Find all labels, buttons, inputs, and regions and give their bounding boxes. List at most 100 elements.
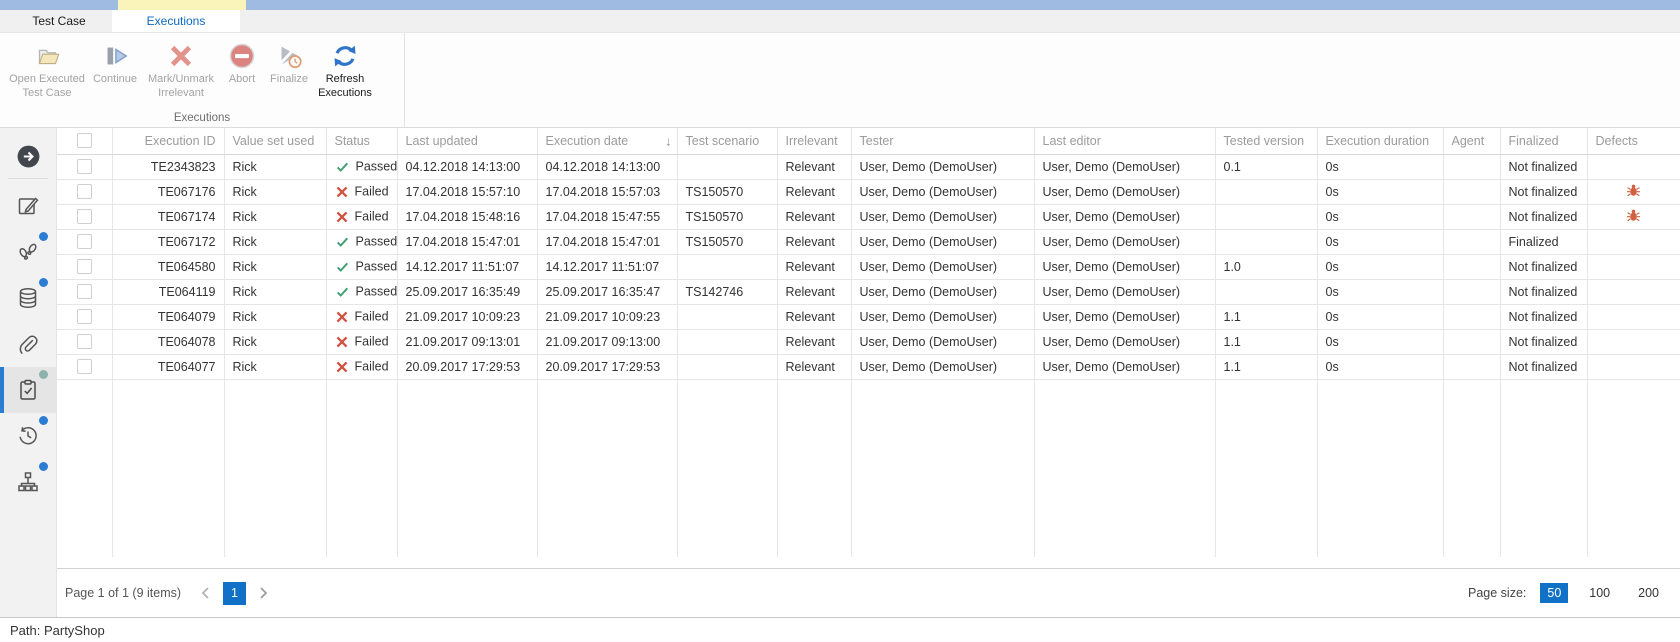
cell-defects	[1587, 354, 1680, 379]
column-header-execution_duration[interactable]: Execution duration	[1317, 128, 1443, 154]
cell-last_editor: User, Demo (DemoUser)	[1034, 279, 1215, 304]
sidebar-item-edit[interactable]	[0, 183, 56, 229]
column-header-finalized[interactable]: Finalized	[1500, 128, 1587, 154]
row-checkbox[interactable]	[77, 359, 92, 374]
cell-select[interactable]	[57, 179, 112, 204]
row-checkbox[interactable]	[77, 334, 92, 349]
header-row: Execution IDValue set usedStatusLast upd…	[57, 128, 1680, 154]
refresh-executions-button[interactable]: Refresh Executions	[315, 37, 375, 101]
column-header-last_updated[interactable]: Last updated	[397, 128, 537, 154]
cell-irrelevant: Relevant	[777, 279, 851, 304]
page-number-button[interactable]: 1	[223, 582, 246, 605]
row-checkbox[interactable]	[77, 309, 92, 324]
table-row[interactable]: TE067176RickFailed17.04.2018 15:57:1017.…	[57, 179, 1680, 204]
tab-executions[interactable]: Executions	[112, 10, 240, 32]
sidebar-item-steps[interactable]	[0, 229, 56, 275]
cell-tested_version: 1.1	[1215, 329, 1317, 354]
sidebar-item-hierarchy[interactable]	[0, 459, 56, 505]
cell-value_set_used: Rick	[224, 154, 326, 179]
cell-execution_date: 14.12.2017 11:51:07	[537, 254, 677, 279]
path-label: Path: PartyShop	[10, 623, 105, 638]
cell-select[interactable]	[57, 229, 112, 254]
row-checkbox[interactable]	[77, 284, 92, 299]
column-header-tester[interactable]: Tester	[851, 128, 1034, 154]
page-size-selector: Page size: 50 100 200	[1468, 583, 1666, 603]
previous-page-button[interactable]	[195, 582, 217, 604]
table-row[interactable]: TE067172RickPassed17.04.2018 15:47:0117.…	[57, 229, 1680, 254]
cell-select[interactable]	[57, 254, 112, 279]
column-header-agent[interactable]: Agent	[1443, 128, 1500, 154]
table-row[interactable]: TE064079RickFailed21.09.2017 10:09:2321.…	[57, 304, 1680, 329]
cell-test_scenario	[677, 304, 777, 329]
row-checkbox[interactable]	[77, 209, 92, 224]
column-header-defects[interactable]: Defects	[1587, 128, 1680, 154]
column-header-last_editor[interactable]: Last editor	[1034, 128, 1215, 154]
cell-test_scenario: TS150570	[677, 179, 777, 204]
row-checkbox[interactable]	[77, 259, 92, 274]
cell-tester: User, Demo (DemoUser)	[851, 329, 1034, 354]
sidebar-item-history[interactable]	[0, 413, 56, 459]
next-page-button[interactable]	[252, 582, 274, 604]
cell-test_scenario: TS142746	[677, 279, 777, 304]
cell-select[interactable]	[57, 279, 112, 304]
open-executed-test-case-button[interactable]: Open Executed Test Case	[7, 37, 87, 101]
cell-irrelevant: Relevant	[777, 304, 851, 329]
sidebar-item-expand[interactable]	[0, 136, 56, 176]
executions-clipboard-icon	[16, 378, 40, 402]
cell-select[interactable]	[57, 204, 112, 229]
sidebar-item-attachments[interactable]	[0, 321, 56, 367]
table-row[interactable]: TE064078RickFailed21.09.2017 09:13:0121.…	[57, 329, 1680, 354]
row-checkbox[interactable]	[77, 234, 92, 249]
cell-status: Passed	[326, 254, 397, 279]
mark-unmark-irrelevant-button[interactable]: Mark/Unmark Irrelevant	[143, 37, 219, 101]
column-header-status[interactable]: Status	[326, 128, 397, 154]
abort-button[interactable]: Abort	[221, 37, 263, 87]
cell-execution_duration: 0s	[1317, 354, 1443, 379]
column-header-irrelevant[interactable]: Irrelevant	[777, 128, 851, 154]
tab-test-case[interactable]: Test Case	[6, 10, 112, 32]
cell-last_editor: User, Demo (DemoUser)	[1034, 179, 1215, 204]
page-size-option-200[interactable]: 200	[1631, 583, 1666, 603]
table-row[interactable]: TE064077RickFailed20.09.2017 17:29:5320.…	[57, 354, 1680, 379]
row-checkbox[interactable]	[77, 184, 92, 199]
cell-select[interactable]	[57, 329, 112, 354]
executions-window: Test Case Executions Open Executed Test …	[0, 0, 1680, 642]
executions-grid: Execution IDValue set usedStatusLast upd…	[57, 128, 1680, 568]
cell-irrelevant: Relevant	[777, 154, 851, 179]
cell-value_set_used: Rick	[224, 304, 326, 329]
sort-descending-icon: ↓	[665, 133, 672, 148]
continue-button[interactable]: Continue	[89, 37, 141, 87]
status-label: Passed	[356, 285, 398, 299]
page-size-option-50[interactable]: 50	[1540, 583, 1568, 603]
cell-status: Failed	[326, 179, 397, 204]
cell-value_set_used: Rick	[224, 279, 326, 304]
cell-defects	[1587, 329, 1680, 354]
column-header-execution_date[interactable]: Execution date↓	[537, 128, 677, 154]
cell-last_editor: User, Demo (DemoUser)	[1034, 329, 1215, 354]
table-row[interactable]: TE064119RickPassed25.09.2017 16:35:4925.…	[57, 279, 1680, 304]
cell-select[interactable]	[57, 354, 112, 379]
page-size-option-100[interactable]: 100	[1582, 583, 1617, 603]
active-tab-highlight	[118, 0, 246, 10]
select-all-checkbox[interactable]	[77, 133, 92, 148]
cell-finalized: Not finalized	[1500, 354, 1587, 379]
cell-tester: User, Demo (DemoUser)	[851, 179, 1034, 204]
column-header-test_scenario[interactable]: Test scenario	[677, 128, 777, 154]
cell-value_set_used: Rick	[224, 329, 326, 354]
hierarchy-icon	[16, 470, 40, 494]
column-header-select[interactable]	[57, 128, 112, 154]
table-row[interactable]: TE064580RickPassed14.12.2017 11:51:0714.…	[57, 254, 1680, 279]
table-row[interactable]: TE2343823RickPassed04.12.2018 14:13:0004…	[57, 154, 1680, 179]
sidebar-item-executions[interactable]	[0, 367, 56, 413]
footsteps-icon	[16, 240, 40, 264]
cell-select[interactable]	[57, 304, 112, 329]
column-header-tested_version[interactable]: Tested version	[1215, 128, 1317, 154]
row-checkbox[interactable]	[77, 159, 92, 174]
column-header-execution_id[interactable]: Execution ID	[112, 128, 224, 154]
table-row[interactable]: TE067174RickFailed17.04.2018 15:48:1617.…	[57, 204, 1680, 229]
sidebar-item-data[interactable]	[0, 275, 56, 321]
cell-select[interactable]	[57, 154, 112, 179]
column-header-value_set_used[interactable]: Value set used	[224, 128, 326, 154]
finalize-button[interactable]: Finalize	[265, 37, 313, 87]
status-label: Passed	[356, 260, 398, 274]
